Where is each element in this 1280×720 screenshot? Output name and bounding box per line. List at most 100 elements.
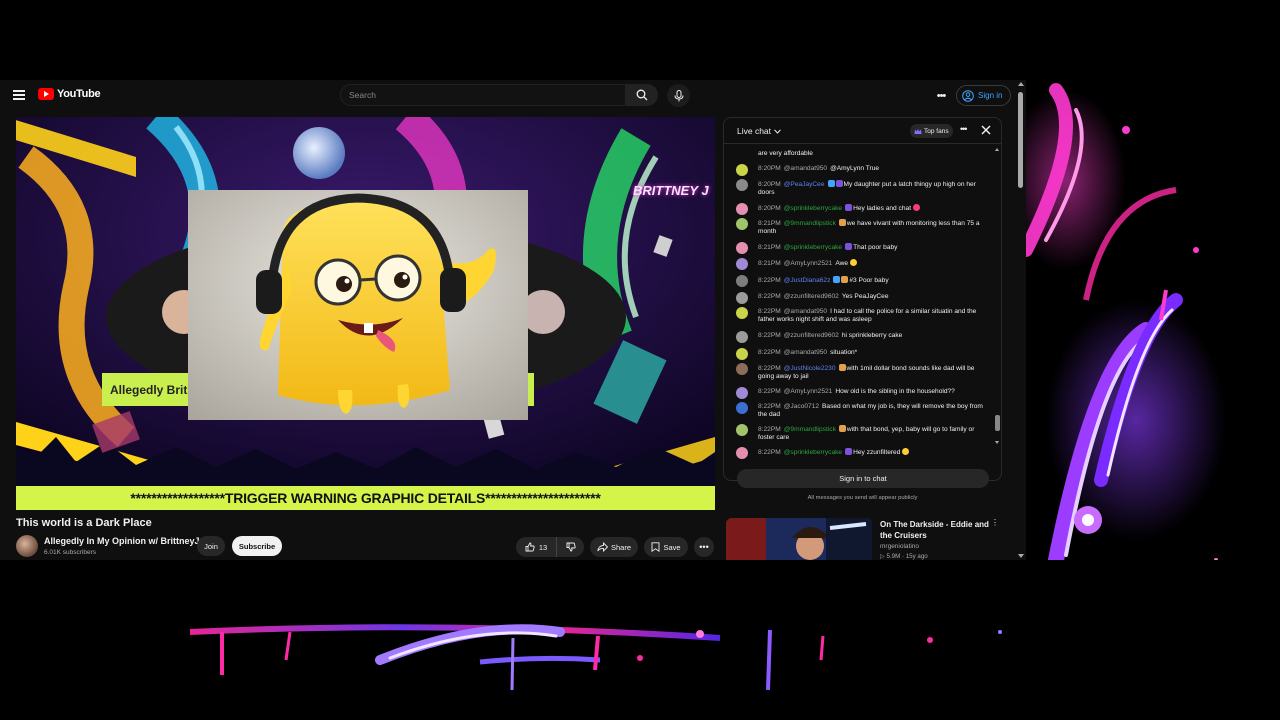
dislike-button[interactable] (557, 537, 584, 557)
message-text: Yes PeaJayCee (841, 293, 889, 300)
user-avatar[interactable] (736, 348, 748, 360)
user-avatar[interactable] (736, 387, 748, 399)
page-scrollbar[interactable] (1017, 82, 1024, 558)
sign-in-to-chat-button[interactable]: Sign in to chat (737, 469, 989, 488)
chat-scrollbar[interactable] (995, 148, 1000, 444)
member-badge-icon (845, 243, 853, 250)
message-author[interactable]: @sprinkleberrycake (784, 449, 842, 456)
menu-icon[interactable] (13, 90, 25, 100)
message-time: 8:20PM (758, 165, 781, 172)
user-avatar[interactable] (736, 363, 748, 375)
chat-message: 8:21PM @AmyLynn2521 Awe (736, 258, 988, 270)
user-avatar[interactable] (736, 292, 748, 304)
member-badge-icon (838, 364, 846, 371)
message-author[interactable]: @AmyLynn2521 (784, 260, 833, 267)
message-author[interactable]: @amandat950 (784, 349, 827, 356)
account-icon (962, 89, 974, 102)
message-author[interactable]: @JustDiana62z (784, 277, 831, 284)
microphone-icon (674, 89, 683, 101)
user-avatar[interactable] (736, 307, 748, 319)
related-video-menu-icon[interactable]: ⋮ (991, 518, 999, 527)
settings-more-icon[interactable]: ••• (933, 88, 949, 104)
message-time: 8:22PM (758, 403, 781, 410)
video-player[interactable]: BRITTNEY J Allegedly Brit **************… (16, 117, 715, 510)
page-scroll-thumb[interactable] (1018, 92, 1023, 188)
share-label: Share (610, 542, 631, 552)
thumbs-up-icon (525, 542, 535, 552)
user-avatar[interactable] (736, 331, 748, 343)
play-logo-icon (38, 88, 54, 100)
message-author[interactable]: @9mmandlipstick (784, 426, 836, 433)
related-video-thumbnail[interactable] (726, 518, 872, 560)
scroll-up-icon[interactable] (995, 148, 999, 151)
user-avatar[interactable] (736, 242, 748, 254)
related-video-channel[interactable]: mrgeniolatino (880, 543, 919, 550)
related-video-title[interactable]: On The Darkside - Eddie and the Cruisers (880, 519, 994, 541)
join-button[interactable]: Join (197, 536, 225, 556)
message-text: That poor baby (853, 244, 898, 251)
message-time: 8:22PM (758, 277, 781, 284)
message-author[interactable]: @sprinkleberrycake (784, 205, 842, 212)
chat-mode-selector[interactable]: Live chat (737, 126, 781, 136)
member-badge-icon (845, 204, 853, 211)
share-button[interactable]: Share (590, 537, 638, 557)
message-author[interactable]: @amandat950 (784, 165, 827, 172)
like-button[interactable]: 13 (516, 537, 557, 557)
message-time: 8:22PM (758, 293, 781, 300)
message-time: 8:22PM (758, 426, 781, 433)
youtube-logo[interactable]: YouTube (38, 88, 101, 100)
subscriber-count: 6.01K subscribers (44, 549, 97, 556)
user-avatar[interactable] (736, 258, 748, 270)
search-input[interactable] (341, 85, 625, 105)
message-author[interactable]: @9mmandlipstick (784, 220, 836, 227)
message-author[interactable]: @sprinkleberrycake (784, 244, 842, 251)
chat-message: 8:22PM @amandat950 I had to call the polic… (736, 307, 988, 324)
chat-options-icon[interactable]: ••• (960, 124, 968, 134)
message-time: 8:21PM (758, 260, 781, 267)
crown-icon (914, 128, 922, 134)
message-author[interactable]: @PeaJayCee (784, 181, 825, 188)
message-author[interactable]: @amandat950 (784, 308, 827, 315)
chat-message: 8:22PM @sprinkleberrycake Hey zzunfiltered (736, 447, 988, 459)
message-author[interactable]: @AmyLynn2521 (784, 388, 833, 395)
message-time: 8:22PM (758, 388, 781, 395)
user-avatar[interactable] (736, 275, 748, 287)
user-avatar[interactable] (736, 218, 748, 230)
message-author[interactable]: @JustNicole2230 (784, 365, 836, 372)
page-scroll-down-icon[interactable] (1018, 554, 1024, 558)
save-button[interactable]: Save (644, 537, 688, 557)
message-author[interactable]: @zzunfiltered9602 (784, 293, 839, 300)
page-scroll-up-icon[interactable] (1018, 82, 1024, 86)
chat-scroll-thumb[interactable] (995, 415, 1000, 431)
user-avatar[interactable] (736, 447, 748, 459)
channel-avatar[interactable] (16, 535, 38, 557)
channel-name[interactable]: Allegedly In My Opinion w/ BrittneyJ (44, 536, 200, 546)
chat-message: 8:22PM @AmyLynn2521 How old is the sibling… (736, 387, 988, 399)
top-fans-button[interactable]: Top fans (910, 124, 953, 138)
search-icon (636, 89, 648, 101)
subscribe-button[interactable]: Subscribe (232, 536, 282, 556)
chat-message: 8:22PM @zzunfiltered9602 hi sprinkleberry … (736, 331, 988, 343)
chat-public-note: All messages you send will appear public… (807, 495, 918, 501)
message-author[interactable]: @Jaco0712 (784, 403, 819, 410)
user-avatar[interactable] (736, 424, 748, 436)
chat-message-list[interactable]: are very affordable 8:20PM @amandat950 @Am… (724, 145, 994, 461)
scroll-down-icon[interactable] (995, 441, 999, 444)
user-avatar[interactable] (736, 179, 748, 191)
user-avatar[interactable] (736, 203, 748, 215)
chat-message: 8:22PM @JustNicole2230 with 1mil dollar bo… (736, 363, 988, 381)
search-button[interactable] (626, 84, 658, 106)
message-time: 8:22PM (758, 449, 781, 456)
close-icon[interactable] (980, 124, 992, 136)
message-time: 8:22PM (758, 332, 781, 339)
message-time: 8:22PM (758, 308, 781, 315)
more-actions-icon[interactable]: ••• (694, 537, 714, 557)
voice-search-button[interactable] (667, 84, 690, 107)
message-text: situation* (830, 349, 858, 356)
member-badge-icon (838, 425, 846, 432)
user-avatar[interactable] (736, 402, 748, 414)
user-avatar[interactable] (736, 164, 748, 176)
message-author[interactable]: @zzunfiltered9602 (784, 332, 839, 339)
sign-in-button[interactable]: Sign in (956, 85, 1012, 106)
heart-emoji-icon (912, 204, 920, 211)
